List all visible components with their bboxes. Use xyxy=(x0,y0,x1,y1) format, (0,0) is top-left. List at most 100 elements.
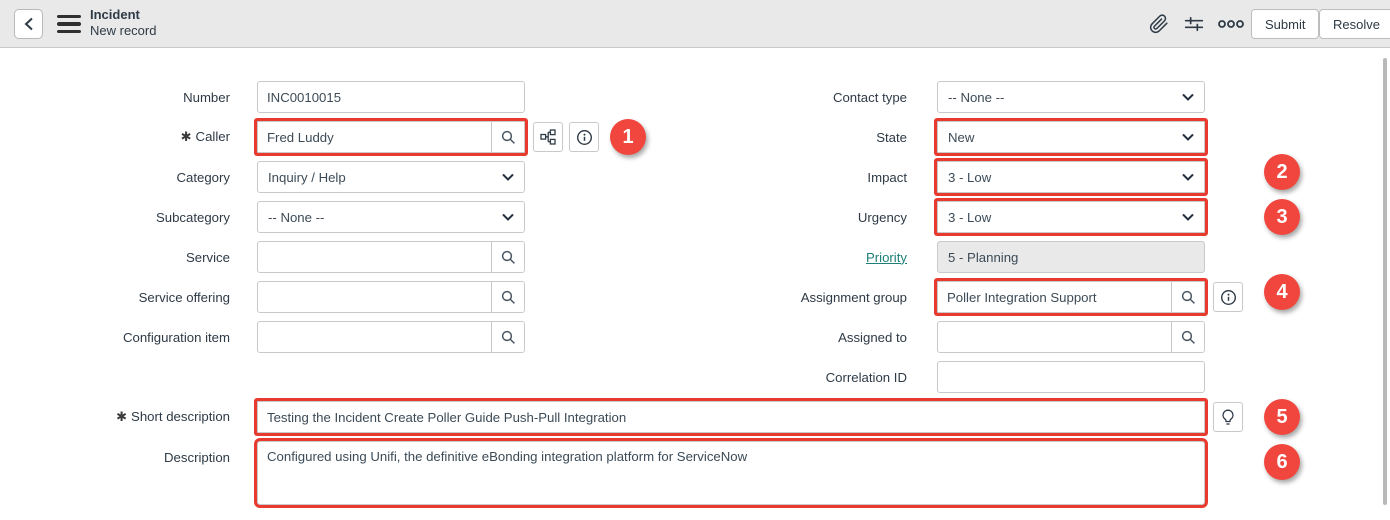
short-description-label: ✱Short description xyxy=(0,409,257,425)
configuration-item-label: Configuration item xyxy=(0,330,257,345)
assigned-to-input[interactable] xyxy=(938,322,1171,352)
state-value: New xyxy=(948,130,974,145)
caller-input[interactable] xyxy=(258,122,491,152)
correlation-id-input[interactable] xyxy=(938,362,1204,392)
field-row-correlation-id: Correlation ID xyxy=(680,361,1205,393)
caller-lookup-button[interactable] xyxy=(491,122,524,152)
service-offering-label: Service offering xyxy=(0,290,257,305)
service-offering-field xyxy=(257,281,525,313)
field-row-priority: Priority 5 - Planning xyxy=(680,241,1205,273)
paperclip-icon xyxy=(1149,14,1169,34)
assigned-to-label: Assigned to xyxy=(680,330,937,345)
chevron-left-icon xyxy=(23,17,35,31)
priority-readonly-field: 5 - Planning xyxy=(937,241,1205,273)
annotation-badge-3: 3 xyxy=(1264,199,1300,235)
number-field xyxy=(257,81,525,113)
record-subtitle: New record xyxy=(90,23,156,39)
org-chart-icon xyxy=(540,129,556,145)
more-options-icon xyxy=(1218,19,1244,29)
vertical-scrollbar[interactable] xyxy=(1383,58,1387,505)
caller-label: ✱Caller xyxy=(0,129,257,145)
annotation-badge-5: 5 xyxy=(1264,399,1300,435)
field-row-category: Category Inquiry / Help xyxy=(0,161,525,193)
search-icon xyxy=(501,130,516,145)
field-row-assigned-to: Assigned to xyxy=(680,321,1205,353)
assignment-group-label: Assignment group xyxy=(680,290,937,305)
attachment-button[interactable] xyxy=(1146,12,1172,36)
state-label: State xyxy=(680,130,937,145)
caller-field xyxy=(257,121,525,153)
description-textarea[interactable]: Configured using Unifi, the definitive e… xyxy=(257,441,1205,505)
caller-preview-button[interactable] xyxy=(569,122,599,152)
search-icon xyxy=(501,290,516,305)
resolve-button[interactable]: Resolve xyxy=(1319,9,1390,39)
chevron-down-icon xyxy=(502,213,514,221)
configuration-item-input[interactable] xyxy=(258,322,491,352)
impact-value: 3 - Low xyxy=(948,170,991,185)
chevron-down-icon xyxy=(1182,213,1194,221)
field-row-caller: ✱Caller xyxy=(0,121,599,153)
assignment-group-lookup-button[interactable] xyxy=(1171,282,1204,312)
assignment-group-preview-button[interactable] xyxy=(1213,282,1243,312)
assignment-group-input[interactable] xyxy=(938,282,1171,312)
field-row-subcategory: Subcategory -- None -- xyxy=(0,201,525,233)
search-icon xyxy=(1181,330,1196,345)
service-offering-lookup-button[interactable] xyxy=(491,282,524,312)
page-title: Incident New record xyxy=(90,7,156,39)
field-row-description: Description Configured using Unifi, the … xyxy=(0,441,1205,505)
back-button[interactable] xyxy=(14,9,43,39)
correlation-id-label: Correlation ID xyxy=(680,370,937,385)
field-row-short-description: ✱Short description xyxy=(0,401,1243,433)
lightbulb-icon xyxy=(1221,409,1235,426)
field-row-service-offering: Service offering xyxy=(0,281,525,313)
description-label: Description xyxy=(0,441,257,465)
more-options-button[interactable] xyxy=(1218,12,1244,36)
service-field xyxy=(257,241,525,273)
annotation-badge-2: 2 xyxy=(1264,154,1300,190)
priority-link[interactable]: Priority xyxy=(866,250,907,265)
urgency-label: Urgency xyxy=(680,210,937,225)
configuration-item-lookup-button[interactable] xyxy=(491,322,524,352)
field-row-urgency: Urgency 3 - Low xyxy=(680,201,1205,233)
priority-value: 5 - Planning xyxy=(948,250,1018,265)
annotation-badge-4: 4 xyxy=(1264,274,1300,310)
menu-icon[interactable] xyxy=(57,13,81,35)
correlation-id-field xyxy=(937,361,1205,393)
urgency-value: 3 - Low xyxy=(948,210,991,225)
subcategory-label: Subcategory xyxy=(0,210,257,225)
required-icon: ✱ xyxy=(181,129,192,144)
chevron-down-icon xyxy=(502,173,514,181)
contact-type-select[interactable]: -- None -- xyxy=(937,81,1205,113)
suggestion-button[interactable] xyxy=(1213,402,1243,432)
service-input[interactable] xyxy=(258,242,491,272)
search-icon xyxy=(501,330,516,345)
urgency-select[interactable]: 3 - Low xyxy=(937,201,1205,233)
service-lookup-button[interactable] xyxy=(491,242,524,272)
state-select[interactable]: New xyxy=(937,121,1205,153)
search-icon xyxy=(501,250,516,265)
assigned-to-lookup-button[interactable] xyxy=(1171,322,1204,352)
service-label: Service xyxy=(0,250,257,265)
annotation-badge-6: 6 xyxy=(1264,444,1300,480)
chevron-down-icon xyxy=(1182,173,1194,181)
personalize-form-button[interactable] xyxy=(1181,12,1207,36)
sliders-icon xyxy=(1183,14,1205,34)
incident-form: Number ✱Caller xyxy=(0,48,1390,520)
caller-hierarchy-button[interactable] xyxy=(533,122,563,152)
service-offering-input[interactable] xyxy=(258,282,491,312)
field-row-impact: Impact 3 - Low xyxy=(680,161,1205,193)
assignment-group-field xyxy=(937,281,1205,313)
required-icon: ✱ xyxy=(116,409,127,424)
short-description-input[interactable] xyxy=(258,402,1204,432)
subcategory-select[interactable]: -- None -- xyxy=(257,201,525,233)
field-row-contact-type: Contact type -- None -- xyxy=(680,81,1205,113)
submit-button[interactable]: Submit xyxy=(1251,9,1319,39)
configuration-item-field xyxy=(257,321,525,353)
number-input[interactable] xyxy=(258,82,524,112)
field-row-service: Service xyxy=(0,241,525,273)
number-label: Number xyxy=(0,90,257,105)
impact-select[interactable]: 3 - Low xyxy=(937,161,1205,193)
field-row-configuration-item: Configuration item xyxy=(0,321,525,353)
category-select[interactable]: Inquiry / Help xyxy=(257,161,525,193)
form-header: Incident New record Submit Resolve xyxy=(0,0,1390,48)
